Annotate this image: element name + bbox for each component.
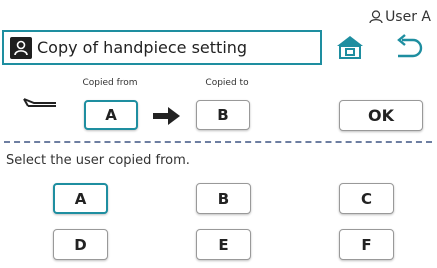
user-icon xyxy=(10,36,32,59)
home-button[interactable] xyxy=(336,34,364,64)
back-arrow-icon xyxy=(397,34,423,58)
user-button-f[interactable]: F xyxy=(339,229,394,260)
divider xyxy=(4,141,432,143)
user-icon xyxy=(369,10,383,24)
copied-from-label: Copied from xyxy=(82,78,138,88)
current-user-indicator: User A xyxy=(369,9,431,25)
user-button-a[interactable]: A xyxy=(53,183,108,214)
user-button-b[interactable]: B xyxy=(196,183,251,214)
home-icon xyxy=(337,36,363,59)
page-title: Copy of handpiece setting xyxy=(37,38,248,57)
copied-to-value: B xyxy=(196,100,250,130)
instruction-text: Select the user copied from. xyxy=(6,153,190,168)
user-button-c[interactable]: C xyxy=(339,183,394,214)
page-header: Copy of handpiece setting xyxy=(2,30,322,65)
back-button[interactable] xyxy=(393,34,423,66)
current-user-label: User A xyxy=(385,9,431,25)
user-button-e[interactable]: E xyxy=(196,229,251,260)
ok-button[interactable]: OK xyxy=(339,100,423,131)
copied-from-value: A xyxy=(84,100,138,130)
user-button-d[interactable]: D xyxy=(53,229,108,260)
arrow-right-icon xyxy=(153,107,181,129)
copied-to-label: Copied to xyxy=(205,78,249,88)
handpiece-icon xyxy=(22,95,58,119)
